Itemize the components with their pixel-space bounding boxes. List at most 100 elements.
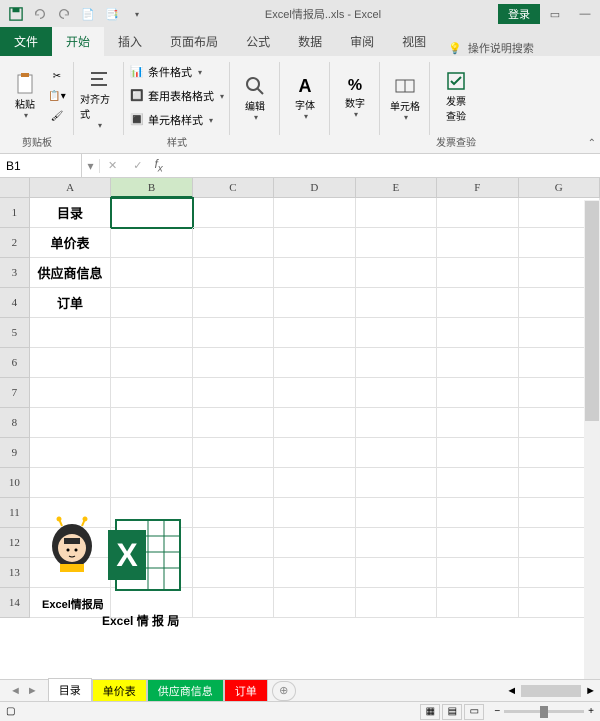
fx-icon[interactable]: fx	[150, 157, 166, 174]
cell[interactable]	[30, 438, 111, 468]
format-painter-button[interactable]: 🖌	[46, 107, 68, 125]
tab-formula[interactable]: 公式	[232, 27, 284, 56]
horizontal-scrollbar[interactable]	[521, 685, 581, 697]
name-box[interactable]: B1	[0, 154, 82, 177]
col-header-B[interactable]: B	[111, 178, 192, 198]
cell[interactable]	[193, 198, 274, 228]
zoom-slider[interactable]	[504, 710, 584, 713]
cell[interactable]	[111, 258, 192, 288]
paste-button[interactable]: 粘贴 ▾	[6, 72, 44, 120]
cell[interactable]	[437, 318, 518, 348]
sheet-tab-supplier[interactable]: 供应商信息	[147, 679, 224, 702]
row-header[interactable]: 9	[0, 438, 30, 468]
cell[interactable]	[356, 498, 437, 528]
cell[interactable]	[193, 438, 274, 468]
cell[interactable]	[356, 378, 437, 408]
cell[interactable]	[274, 438, 355, 468]
row-header[interactable]: 6	[0, 348, 30, 378]
zoom-in-button[interactable]: +	[588, 706, 594, 717]
enter-formula-button[interactable]: ✓	[125, 159, 150, 172]
cell[interactable]	[111, 198, 192, 228]
cell[interactable]	[193, 228, 274, 258]
qat-customize-button[interactable]: ▾	[124, 2, 148, 26]
col-header-C[interactable]: C	[193, 178, 274, 198]
cell[interactable]	[30, 348, 111, 378]
sheet-tab-index[interactable]: 目录	[48, 678, 92, 703]
col-header-G[interactable]: G	[519, 178, 600, 198]
cell[interactable]	[274, 228, 355, 258]
col-header-A[interactable]: A	[30, 178, 111, 198]
cell[interactable]: 目录	[30, 198, 111, 228]
cell[interactable]: 供应商信息	[30, 258, 111, 288]
cell[interactable]	[437, 528, 518, 558]
cell[interactable]	[437, 258, 518, 288]
col-header-F[interactable]: F	[437, 178, 518, 198]
cell[interactable]	[356, 588, 437, 618]
cell[interactable]	[274, 588, 355, 618]
cell[interactable]	[437, 408, 518, 438]
cell[interactable]	[437, 378, 518, 408]
row-header[interactable]: 4	[0, 288, 30, 318]
cell[interactable]	[437, 228, 518, 258]
cell[interactable]	[274, 408, 355, 438]
cell[interactable]	[274, 558, 355, 588]
tab-view[interactable]: 视图	[388, 27, 440, 56]
cell[interactable]	[356, 288, 437, 318]
cell[interactable]	[111, 438, 192, 468]
conditional-format-button[interactable]: 📊条件格式▾	[130, 62, 224, 82]
hscroll-right[interactable]: ►	[585, 685, 596, 697]
cell[interactable]	[356, 528, 437, 558]
cell[interactable]	[274, 318, 355, 348]
tab-layout[interactable]: 页面布局	[156, 27, 232, 56]
cell[interactable]	[193, 288, 274, 318]
qat-btn-4[interactable]: 📄	[76, 2, 100, 26]
cells-button[interactable]: 单元格 ▾	[386, 74, 424, 122]
row-header[interactable]: 10	[0, 468, 30, 498]
hscroll-left[interactable]: ◄	[506, 685, 517, 697]
col-header-D[interactable]: D	[274, 178, 355, 198]
formula-input[interactable]	[167, 154, 600, 177]
cell[interactable]	[193, 318, 274, 348]
cell[interactable]	[193, 468, 274, 498]
cell[interactable]	[274, 378, 355, 408]
cell[interactable]	[356, 558, 437, 588]
cell[interactable]	[437, 588, 518, 618]
copy-button[interactable]: 📋▾	[46, 87, 68, 105]
cell[interactable]	[356, 408, 437, 438]
row-header[interactable]: 5	[0, 318, 30, 348]
tab-file[interactable]: 文件	[0, 27, 52, 56]
row-header[interactable]: 7	[0, 378, 30, 408]
cell[interactable]: 单价表	[30, 228, 111, 258]
cell[interactable]	[274, 468, 355, 498]
save-button[interactable]	[4, 2, 28, 26]
cell[interactable]	[274, 198, 355, 228]
sheet-tab-price[interactable]: 单价表	[92, 679, 147, 702]
row-header[interactable]: 2	[0, 228, 30, 258]
vertical-scrollbar[interactable]	[584, 200, 600, 679]
cell[interactable]	[356, 318, 437, 348]
undo-button[interactable]	[28, 2, 52, 26]
cell[interactable]	[437, 498, 518, 528]
embedded-image[interactable]: X Excel情报局 Excel 情 报 局	[42, 516, 212, 629]
tab-review[interactable]: 审阅	[336, 27, 388, 56]
table-format-button[interactable]: 🔲套用表格格式▾	[130, 86, 224, 106]
row-header[interactable]: 11	[0, 498, 30, 528]
tell-me-search[interactable]: 💡 操作说明搜索	[440, 40, 542, 56]
number-button[interactable]: % 数字 ▾	[336, 77, 374, 119]
cell[interactable]	[274, 348, 355, 378]
record-macro-button[interactable]: ▢	[6, 706, 15, 717]
row-header[interactable]: 1	[0, 198, 30, 228]
cell[interactable]	[274, 498, 355, 528]
row-header[interactable]: 3	[0, 258, 30, 288]
cell[interactable]	[437, 288, 518, 318]
cell[interactable]	[111, 228, 192, 258]
row-header[interactable]: 8	[0, 408, 30, 438]
cell[interactable]	[30, 378, 111, 408]
sheet-nav-prev[interactable]: ◄	[10, 685, 21, 697]
tab-home[interactable]: 开始	[52, 27, 104, 56]
name-box-dropdown[interactable]: ▾	[82, 159, 100, 173]
zoom-out-button[interactable]: −	[494, 706, 500, 717]
page-break-view-button[interactable]: ▭	[464, 704, 484, 720]
row-header[interactable]: 13	[0, 558, 30, 588]
edit-button[interactable]: 编辑 ▾	[236, 74, 274, 122]
